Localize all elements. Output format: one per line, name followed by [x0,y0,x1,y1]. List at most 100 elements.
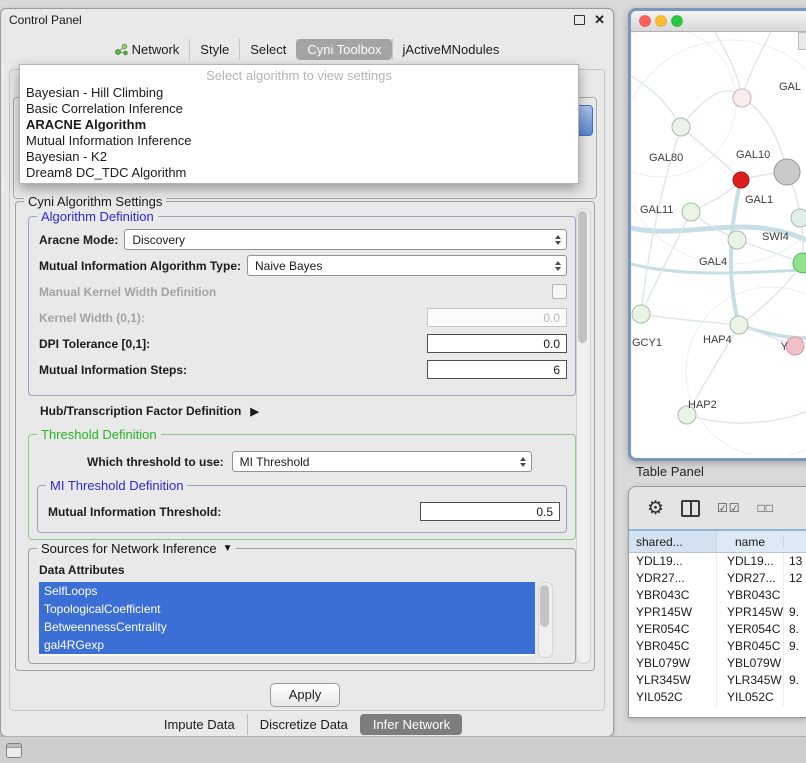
manual-kernel-checkbox[interactable] [552,284,567,299]
cell-name: YLR345W [717,672,784,689]
float-panel-icon[interactable] [574,15,585,25]
algorithm-definition-rows: Aracne Mode: Discovery Mutual Informatio… [39,229,567,380]
network-node[interactable] [682,203,700,221]
network-node[interactable] [791,209,806,227]
columns-icon[interactable] [681,500,700,517]
network-node[interactable] [728,231,746,249]
tab-label: jActiveMNodules [403,42,500,57]
manual-kernel-label: Manual Kernel Width Definition [39,285,216,299]
which-threshold-row: Which threshold to use: MI Threshold [39,451,565,472]
combo-value: Naive Bayes [255,259,322,273]
scrollbar-fragment[interactable] [798,32,806,50]
mi-steps-label: Mutual Information Steps: [39,363,187,377]
table-row[interactable]: YPR145WYPR145W9. [629,604,806,621]
mi-algorithm-combobox[interactable]: Naive Bayes [247,255,567,276]
mi-steps-field[interactable]: 6 [427,360,567,379]
tab-network[interactable]: Network [105,39,190,60]
control-panel-tab-bar: Network Style Select Cyni Toolbox jActiv… [1,39,613,60]
cell-shared: YLR345W [629,672,717,689]
settings-gear-icon[interactable]: ⚙ [647,499,664,518]
network-node[interactable] [733,172,749,188]
apply-button[interactable]: Apply [270,683,340,707]
docked-panel-icon[interactable] [6,743,22,758]
dropdown-option-dream8[interactable]: Dream8 DC_TDC Algorithm [20,165,578,181]
tab-style[interactable]: Style [189,39,239,60]
cell-name: YDR27... [717,570,784,587]
zoom-window-icon[interactable] [672,16,683,27]
aracne-mode-label: Aracne Mode: [39,233,118,247]
node-label: SWI4 [762,231,789,243]
network-node[interactable] [774,159,800,185]
table-row[interactable]: YDL19...YDL19...13 [629,553,806,570]
control-panel-titlebar: Control Panel ✕ [1,9,613,31]
attributes-list-scrollbar-thumb[interactable] [540,585,549,627]
list-item[interactable]: SelfLoops [39,582,535,600]
select-all-checkboxes-icon[interactable]: ☑☑ [717,501,741,515]
attributes-list-scrollbar[interactable] [538,582,553,658]
dropdown-option-bayesian-k2[interactable]: Bayesian - K2 [20,149,578,165]
tab-infer-network[interactable]: Infer Network [360,714,462,735]
dropdown-option-mutual-information[interactable]: Mutual Information Inference [20,133,578,149]
mi-threshold-field[interactable]: 0.5 [420,502,560,521]
table-row[interactable]: YLR345WYLR345W9. [629,672,806,689]
table-body: YDL19...YDL19...13 YDR27...YDR27...12 YB… [629,553,806,718]
minimize-window-icon[interactable] [656,16,667,27]
network-canvas-area[interactable]: GAL GAL80 GAL10 GAL11 GAL1 SWI4 GAL4 GCY… [631,32,806,458]
sources-title-row[interactable]: Sources for Network Inference ▼ [37,541,236,556]
cell-name: YBR045C [717,638,784,655]
network-node[interactable] [733,89,751,107]
cell-shared: YPR145W [629,604,717,621]
dropdown-option-aracne[interactable]: ARACNE Algorithm [20,117,578,133]
column-header-name[interactable]: name [717,535,784,549]
algorithm-dropdown-popup: Select algorithm to view settings Bayesi… [19,64,579,184]
list-item[interactable]: gal4RGexp [39,636,535,654]
list-item[interactable]: TopologicalCoefficient [39,600,535,618]
combo-arrows-icon [520,452,526,471]
tab-cyni-toolbox[interactable]: Cyni Toolbox [296,39,391,60]
dropdown-option-bayesian-hill-climbing[interactable]: Bayesian - Hill Climbing [20,85,578,101]
tab-discretize-data[interactable]: Discretize Data [247,714,360,735]
hub-section-toggle[interactable]: Hub/Transcription Factor Definition ▶ [40,404,259,418]
dropdown-option-basic-correlation[interactable]: Basic Correlation Inference [20,101,578,117]
combo-value: MI Threshold [240,455,310,469]
tab-select[interactable]: Select [239,39,296,60]
network-node[interactable] [632,305,650,323]
tab-jactivemnodules[interactable]: jActiveMNodules [392,39,510,60]
threshold-definition-title: Threshold Definition [37,427,161,442]
settings-scrollbar[interactable] [576,208,591,664]
node-label: GAL80 [649,152,683,164]
table-row[interactable]: YDR27...YDR27...12 [629,570,806,587]
cell-shared: YBR043C [629,587,717,604]
settings-scrollbar-thumb[interactable] [578,211,587,343]
collapsed-arrow-icon: ▶ [250,405,258,418]
node-label: GAL10 [736,149,770,161]
data-attributes-list[interactable]: SelfLoops TopologicalCoefficient Between… [39,582,535,656]
table-row[interactable]: YER054CYER054C8. [629,621,806,638]
network-graph[interactable]: GAL GAL80 GAL10 GAL11 GAL1 SWI4 GAL4 GCY… [631,32,806,455]
network-node[interactable] [786,337,804,355]
network-node[interactable] [730,316,748,334]
combo-arrows-icon [555,256,561,275]
traffic-lights [638,14,686,28]
aracne-mode-combobox[interactable]: Discovery [124,229,567,250]
column-header-shared[interactable]: shared... [629,531,717,552]
which-threshold-combobox[interactable]: MI Threshold [232,451,532,472]
tab-impute-data[interactable]: Impute Data [152,714,247,735]
close-window-icon[interactable] [640,16,651,27]
network-window-titlebar[interactable] [631,11,806,32]
cell-name: YDL19... [717,553,784,570]
table-row[interactable]: YBL079WYBL079W [629,655,806,672]
close-panel-icon[interactable]: ✕ [594,14,605,26]
cell-name: YIL052C [717,689,784,706]
table-row[interactable]: YBR045CYBR045C9. [629,638,806,655]
deselect-all-checkboxes-icon[interactable]: □□ [758,501,775,515]
cell-shared: YDL19... [629,553,717,570]
table-row[interactable]: YIL052CYIL052C [629,689,806,706]
table-row[interactable]: YBR043CYBR043C [629,587,806,604]
list-item[interactable]: BetweennessCentrality [39,618,535,636]
network-view-window[interactable]: GAL GAL80 GAL10 GAL11 GAL1 SWI4 GAL4 GCY… [628,8,806,461]
cell-shared: YDR27... [629,570,717,587]
dpi-tolerance-label: DPI Tolerance [0,1]: [39,337,150,351]
network-node[interactable] [672,118,690,136]
dpi-tolerance-field[interactable]: 0.0 [427,334,567,353]
